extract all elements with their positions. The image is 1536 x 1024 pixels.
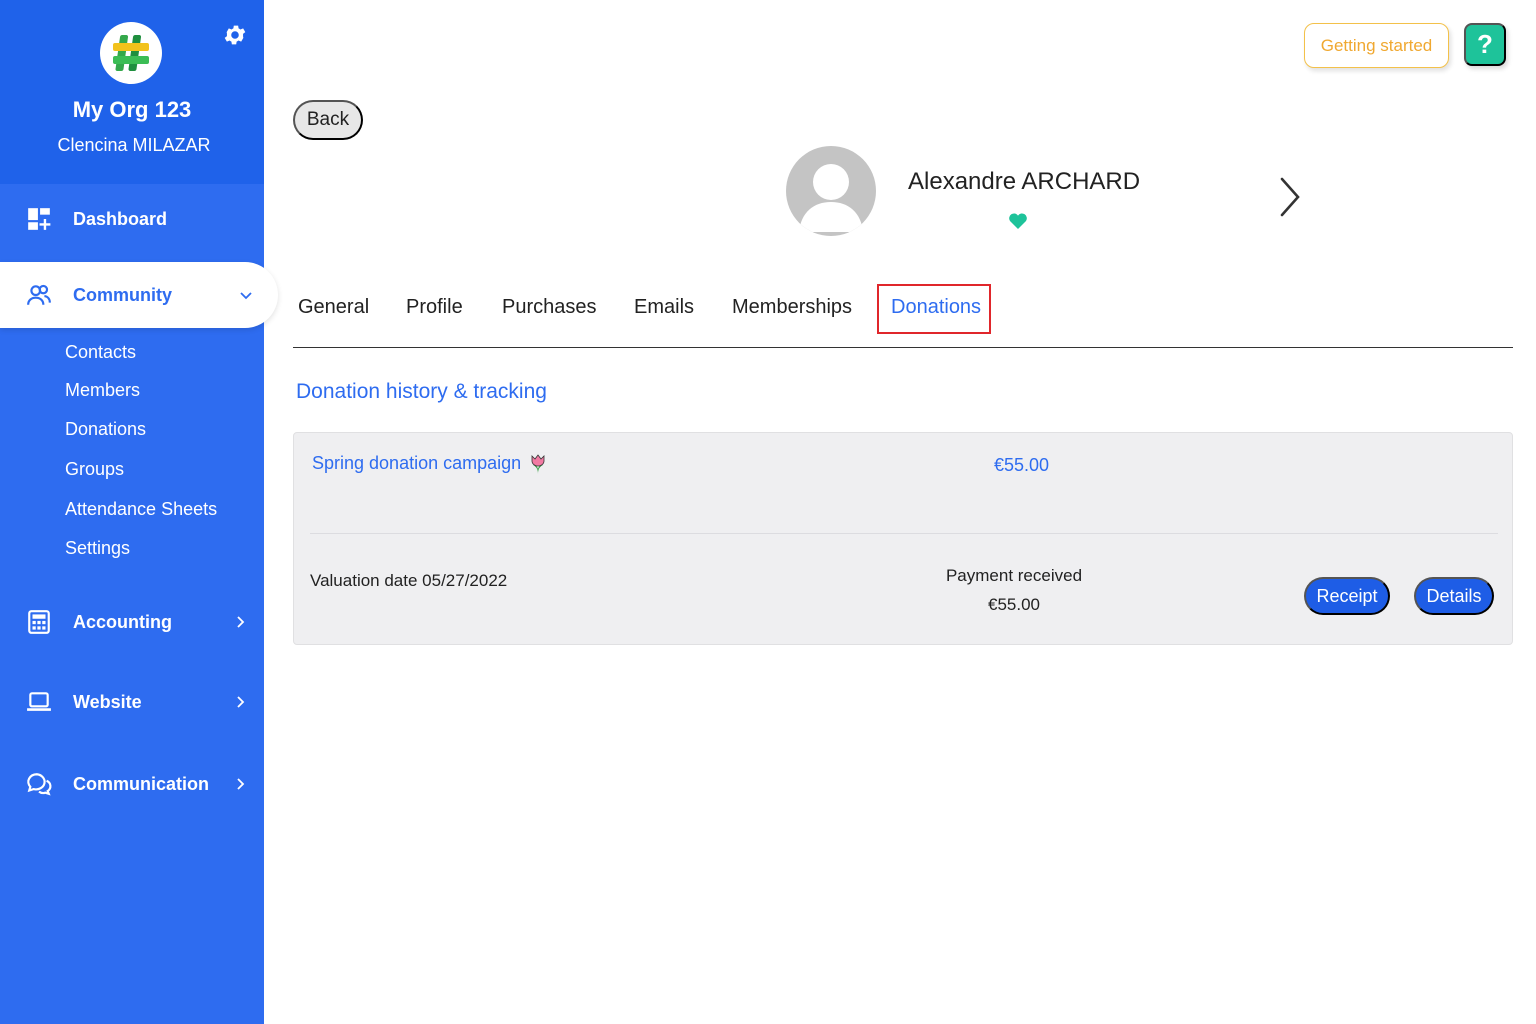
divider bbox=[310, 533, 1498, 534]
sidebar-item-members[interactable]: Members bbox=[65, 380, 140, 401]
nav-label-accounting: Accounting bbox=[73, 611, 172, 632]
gear-icon[interactable] bbox=[222, 22, 248, 48]
payment-amount: €55.00 bbox=[988, 595, 1040, 614]
nav-item-community[interactable]: Community bbox=[0, 262, 278, 328]
receipt-button[interactable]: Receipt bbox=[1304, 577, 1390, 615]
donation-card: Spring donation campaign €55.00 Valuatio… bbox=[293, 432, 1513, 645]
org-user-name: Clencina MILAZAR bbox=[57, 135, 211, 155]
details-button[interactable]: Details bbox=[1414, 577, 1494, 615]
sidebar-item-contacts[interactable]: Contacts bbox=[65, 342, 136, 363]
tab-general[interactable]: General bbox=[298, 296, 369, 319]
sidebar-item-donations[interactable]: Donations bbox=[65, 419, 146, 440]
tab-donations[interactable]: Donations bbox=[891, 296, 981, 319]
sidebar-item-attendance-sheets[interactable]: Attendance Sheets bbox=[65, 499, 217, 520]
nav-label-communication: Communication bbox=[73, 773, 210, 794]
section-title: Donation history & tracking bbox=[296, 380, 547, 403]
laptop-icon bbox=[27, 692, 51, 711]
tulip-icon bbox=[531, 453, 545, 474]
getting-started-button[interactable]: Getting started bbox=[1304, 23, 1449, 68]
nav-item-dashboard[interactable]: Dashboard bbox=[0, 191, 264, 247]
nav-item-website[interactable]: Website bbox=[0, 674, 264, 730]
nav-label-dashboard: Dashboard bbox=[73, 208, 168, 229]
org-name: My Org 123 bbox=[72, 97, 192, 122]
contact-tabs: General Profile Purchases Emails Members… bbox=[293, 282, 1513, 348]
nav-label-community: Community bbox=[73, 284, 172, 305]
donation-amount: €55.00 bbox=[994, 455, 1050, 475]
avatar bbox=[786, 146, 876, 236]
sidebar-item-groups[interactable]: Groups bbox=[65, 459, 124, 480]
chat-icon bbox=[27, 773, 52, 796]
dashboard-icon bbox=[28, 208, 51, 230]
campaign-link[interactable]: Spring donation campaign bbox=[312, 453, 547, 474]
contact-name: Alexandre ARCHARD bbox=[908, 168, 1141, 195]
nav-item-communication[interactable]: Communication bbox=[0, 756, 264, 812]
campaign-name: Spring donation campaign bbox=[312, 453, 522, 473]
tab-purchases[interactable]: Purchases bbox=[502, 296, 597, 319]
chevron-right-icon bbox=[237, 778, 245, 790]
chevron-right-icon bbox=[237, 616, 245, 628]
org-logo[interactable] bbox=[100, 22, 162, 84]
community-icon bbox=[27, 284, 51, 305]
sidebar: My Org 123 Clencina MILAZAR Dashboard Co… bbox=[0, 0, 278, 1024]
payment-status: Payment received bbox=[945, 566, 1083, 585]
calculator-icon bbox=[28, 610, 50, 634]
chevron-right-icon[interactable] bbox=[1278, 176, 1302, 218]
chevron-right-icon bbox=[237, 696, 245, 708]
tab-emails[interactable]: Emails bbox=[634, 296, 694, 319]
tab-profile[interactable]: Profile bbox=[406, 296, 463, 319]
user-placeholder-icon bbox=[799, 164, 863, 232]
tab-memberships[interactable]: Memberships bbox=[732, 296, 852, 319]
chevron-down-icon bbox=[240, 292, 252, 300]
sidebar-item-settings[interactable]: Settings bbox=[65, 538, 130, 559]
heart-icon bbox=[1009, 213, 1027, 229]
hashtag-logo-icon bbox=[113, 35, 149, 71]
nav-item-accounting[interactable]: Accounting bbox=[0, 594, 264, 650]
back-button[interactable]: Back bbox=[293, 100, 363, 140]
nav-label-website: Website bbox=[73, 691, 142, 712]
help-button[interactable]: ? bbox=[1464, 23, 1506, 66]
org-header: My Org 123 Clencina MILAZAR bbox=[0, 0, 264, 184]
valuation-date: Valuation date 05/27/2022 bbox=[310, 571, 508, 590]
